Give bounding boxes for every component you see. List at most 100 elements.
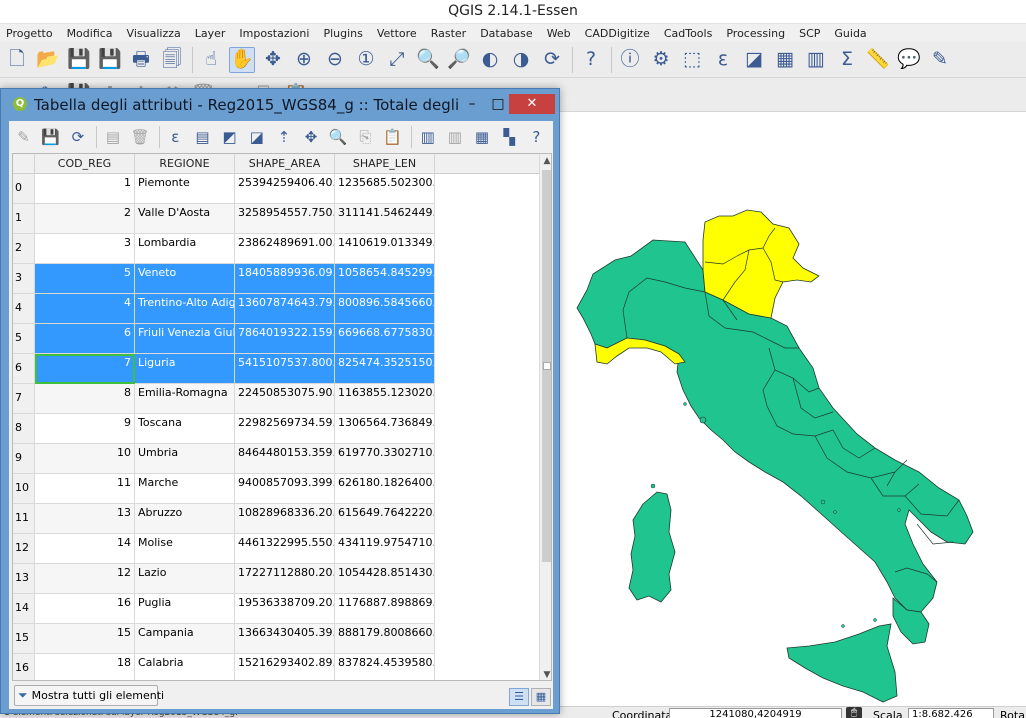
- row-header[interactable]: 2: [13, 234, 35, 264]
- cell-shape-area[interactable]: 10828968336.20...: [235, 504, 335, 534]
- cell-shape-area[interactable]: 22982569734.59...: [235, 414, 335, 444]
- row-header[interactable]: 0: [13, 174, 35, 204]
- select-all-icon[interactable]: ▤: [192, 126, 213, 148]
- map-canvas[interactable]: [557, 112, 1026, 706]
- table-row[interactable]: 2 3 Lombardia 23862489691.00... 1410619.0133…: [13, 234, 539, 264]
- cell-regione[interactable]: Emilia-Romagna: [135, 384, 235, 414]
- cell-shape-area[interactable]: 13663430405.39...: [235, 624, 335, 654]
- cell-shape-len[interactable]: 619770.3302710...: [335, 444, 435, 474]
- delete-selected-icon[interactable]: 🗑: [130, 126, 151, 148]
- table-row[interactable]: 6 7 Liguria 5415107537.800... 825474.3525150…: [13, 354, 539, 384]
- cell-shape-area[interactable]: 15216293402.89...: [235, 654, 335, 680]
- table-row[interactable]: 16 18 Calabria 15216293402.89... 837824.4539…: [13, 654, 539, 680]
- cell-shape-area[interactable]: 25394259406.40...: [235, 174, 335, 204]
- cell-shape-area[interactable]: 5415107537.800...: [235, 354, 335, 384]
- cell-cod-reg[interactable]: 16: [35, 594, 135, 624]
- cell-shape-area[interactable]: 17227112880.20...: [235, 564, 335, 594]
- cell-shape-area[interactable]: 18405889936.09...: [235, 264, 335, 294]
- cell-regione[interactable]: Puglia: [135, 594, 235, 624]
- column-header[interactable]: SHAPE_AREA: [235, 154, 335, 174]
- cell-regione[interactable]: Trentino-Alto Adige: [135, 294, 235, 324]
- table-row[interactable]: 5 6 Friuli Venezia Giulia 7864019322.159...…: [13, 324, 539, 354]
- cell-shape-len[interactable]: 669668.6775830...: [335, 324, 435, 354]
- conditional-formatting-icon[interactable]: ▚: [499, 126, 520, 148]
- cell-cod-reg[interactable]: 2: [35, 204, 135, 234]
- table-row[interactable]: 3 5 Veneto 18405889936.09... 1058654.845299.…: [13, 264, 539, 294]
- open-attribute-table-icon[interactable]: ▦: [772, 47, 798, 73]
- menu-item[interactable]: Guida: [834, 27, 866, 40]
- cell-cod-reg[interactable]: 15: [35, 624, 135, 654]
- cell-cod-reg[interactable]: 11: [35, 474, 135, 504]
- row-header[interactable]: 4: [13, 294, 35, 324]
- cell-cod-reg[interactable]: 9: [35, 414, 135, 444]
- help-icon[interactable]: ?: [578, 47, 604, 73]
- help-icon[interactable]: ?: [526, 126, 547, 148]
- menu-item[interactable]: Progetto: [6, 27, 53, 40]
- print-composer-icon[interactable]: 🖶: [128, 47, 154, 73]
- select-features-icon[interactable]: ⬚: [679, 47, 705, 73]
- column-header[interactable]: SHAPE_LEN: [335, 154, 435, 174]
- table-row[interactable]: 4 4 Trentino-Alto Adige 13607874643.79... 80…: [13, 294, 539, 324]
- zoom-selection-icon[interactable]: 🔍: [415, 47, 441, 73]
- column-header[interactable]: REGIONE: [135, 154, 235, 174]
- menu-item[interactable]: Raster: [431, 27, 466, 40]
- pan-to-selection-icon[interactable]: ✥: [260, 47, 286, 73]
- table-row[interactable]: 10 11 Marche 9400857093.399... 626180.182640…: [13, 474, 539, 504]
- table-row[interactable]: 13 12 Lazio 17227112880.20... 1054428.851430…: [13, 564, 539, 594]
- minimize-button[interactable]: –: [459, 94, 485, 114]
- cell-regione[interactable]: Umbria: [135, 444, 235, 474]
- pan-to-selection-icon[interactable]: ✥: [301, 126, 322, 148]
- cell-shape-len[interactable]: 1058654.845299...: [335, 264, 435, 294]
- cell-cod-reg[interactable]: 14: [35, 534, 135, 564]
- identify-pointer-icon[interactable]: ☝: [198, 47, 224, 73]
- menu-item[interactable]: Modifica: [67, 27, 113, 40]
- pan-icon[interactable]: ✋: [229, 46, 255, 73]
- row-header[interactable]: 10: [13, 474, 35, 504]
- map-region-sardinia[interactable]: [628, 491, 676, 603]
- menu-item[interactable]: Plugins: [323, 27, 362, 40]
- cell-shape-len[interactable]: 1410619.013349...: [335, 234, 435, 264]
- table-row[interactable]: 8 9 Toscana 22982569734.59... 1306564.736849…: [13, 414, 539, 444]
- reload-icon[interactable]: ⟳: [67, 126, 88, 148]
- cell-regione[interactable]: Veneto: [135, 264, 235, 294]
- zoom-last-icon[interactable]: ◐: [477, 47, 503, 73]
- table-row[interactable]: 11 13 Abruzzo 10828968336.20... 615649.76422…: [13, 504, 539, 534]
- cell-cod-reg[interactable]: 3: [35, 234, 135, 264]
- row-header[interactable]: 7: [13, 384, 35, 414]
- menu-item[interactable]: Visualizza: [127, 27, 181, 40]
- scale-combo[interactable]: 1:8.682.426: [908, 708, 994, 718]
- table-row[interactable]: 0 1 Piemonte 25394259406.40... 1235685.50230…: [13, 174, 539, 204]
- save-as-icon[interactable]: 💾: [97, 47, 123, 73]
- table-row[interactable]: 14 16 Puglia 19536338709.20... 1176887.89886…: [13, 594, 539, 624]
- open-project-icon[interactable]: 📂: [35, 47, 61, 73]
- cell-shape-area[interactable]: 23862489691.00...: [235, 234, 335, 264]
- table-row[interactable]: 7 8 Emilia-Romagna 22450853075.90... 1163855…: [13, 384, 539, 414]
- zoom-next-icon[interactable]: ◑: [508, 47, 534, 73]
- cell-shape-len[interactable]: 825474.3525150...: [335, 354, 435, 384]
- cell-regione[interactable]: Campania: [135, 624, 235, 654]
- cell-shape-len[interactable]: 1306564.736849...: [335, 414, 435, 444]
- menu-item[interactable]: Database: [480, 27, 533, 40]
- cell-regione[interactable]: Piemonte: [135, 174, 235, 204]
- form-view-icon[interactable]: ▦: [531, 688, 551, 706]
- measure-icon[interactable]: 📏: [865, 47, 891, 73]
- row-header[interactable]: 15: [13, 624, 35, 654]
- coordinate-field[interactable]: 1241080,4204919: [669, 708, 842, 718]
- cell-shape-len[interactable]: 615649.7642220...: [335, 504, 435, 534]
- copy-rows-icon[interactable]: ⎘: [355, 126, 376, 148]
- cell-cod-reg[interactable]: 5: [35, 264, 135, 294]
- cell-shape-len[interactable]: 800896.5845660...: [335, 294, 435, 324]
- invert-selection-icon[interactable]: ◩: [219, 126, 240, 148]
- menu-item[interactable]: Vettore: [377, 27, 417, 40]
- paste-icon[interactable]: 📋: [382, 126, 403, 148]
- close-button[interactable]: ✕: [509, 94, 555, 114]
- row-header[interactable]: 3: [13, 264, 35, 294]
- row-header[interactable]: 9: [13, 444, 35, 474]
- cell-cod-reg[interactable]: 10: [35, 444, 135, 474]
- zoom-in-icon[interactable]: ⊕: [291, 47, 317, 73]
- deselect-all-icon[interactable]: ◪: [246, 126, 267, 148]
- annotation-icon[interactable]: 💬: [896, 47, 922, 73]
- dialog-title-bar[interactable]: Q Tabella degli attributi - Reg2015_WGS8…: [1, 89, 559, 121]
- cell-regione[interactable]: Toscana: [135, 414, 235, 444]
- row-header[interactable]: 1: [13, 204, 35, 234]
